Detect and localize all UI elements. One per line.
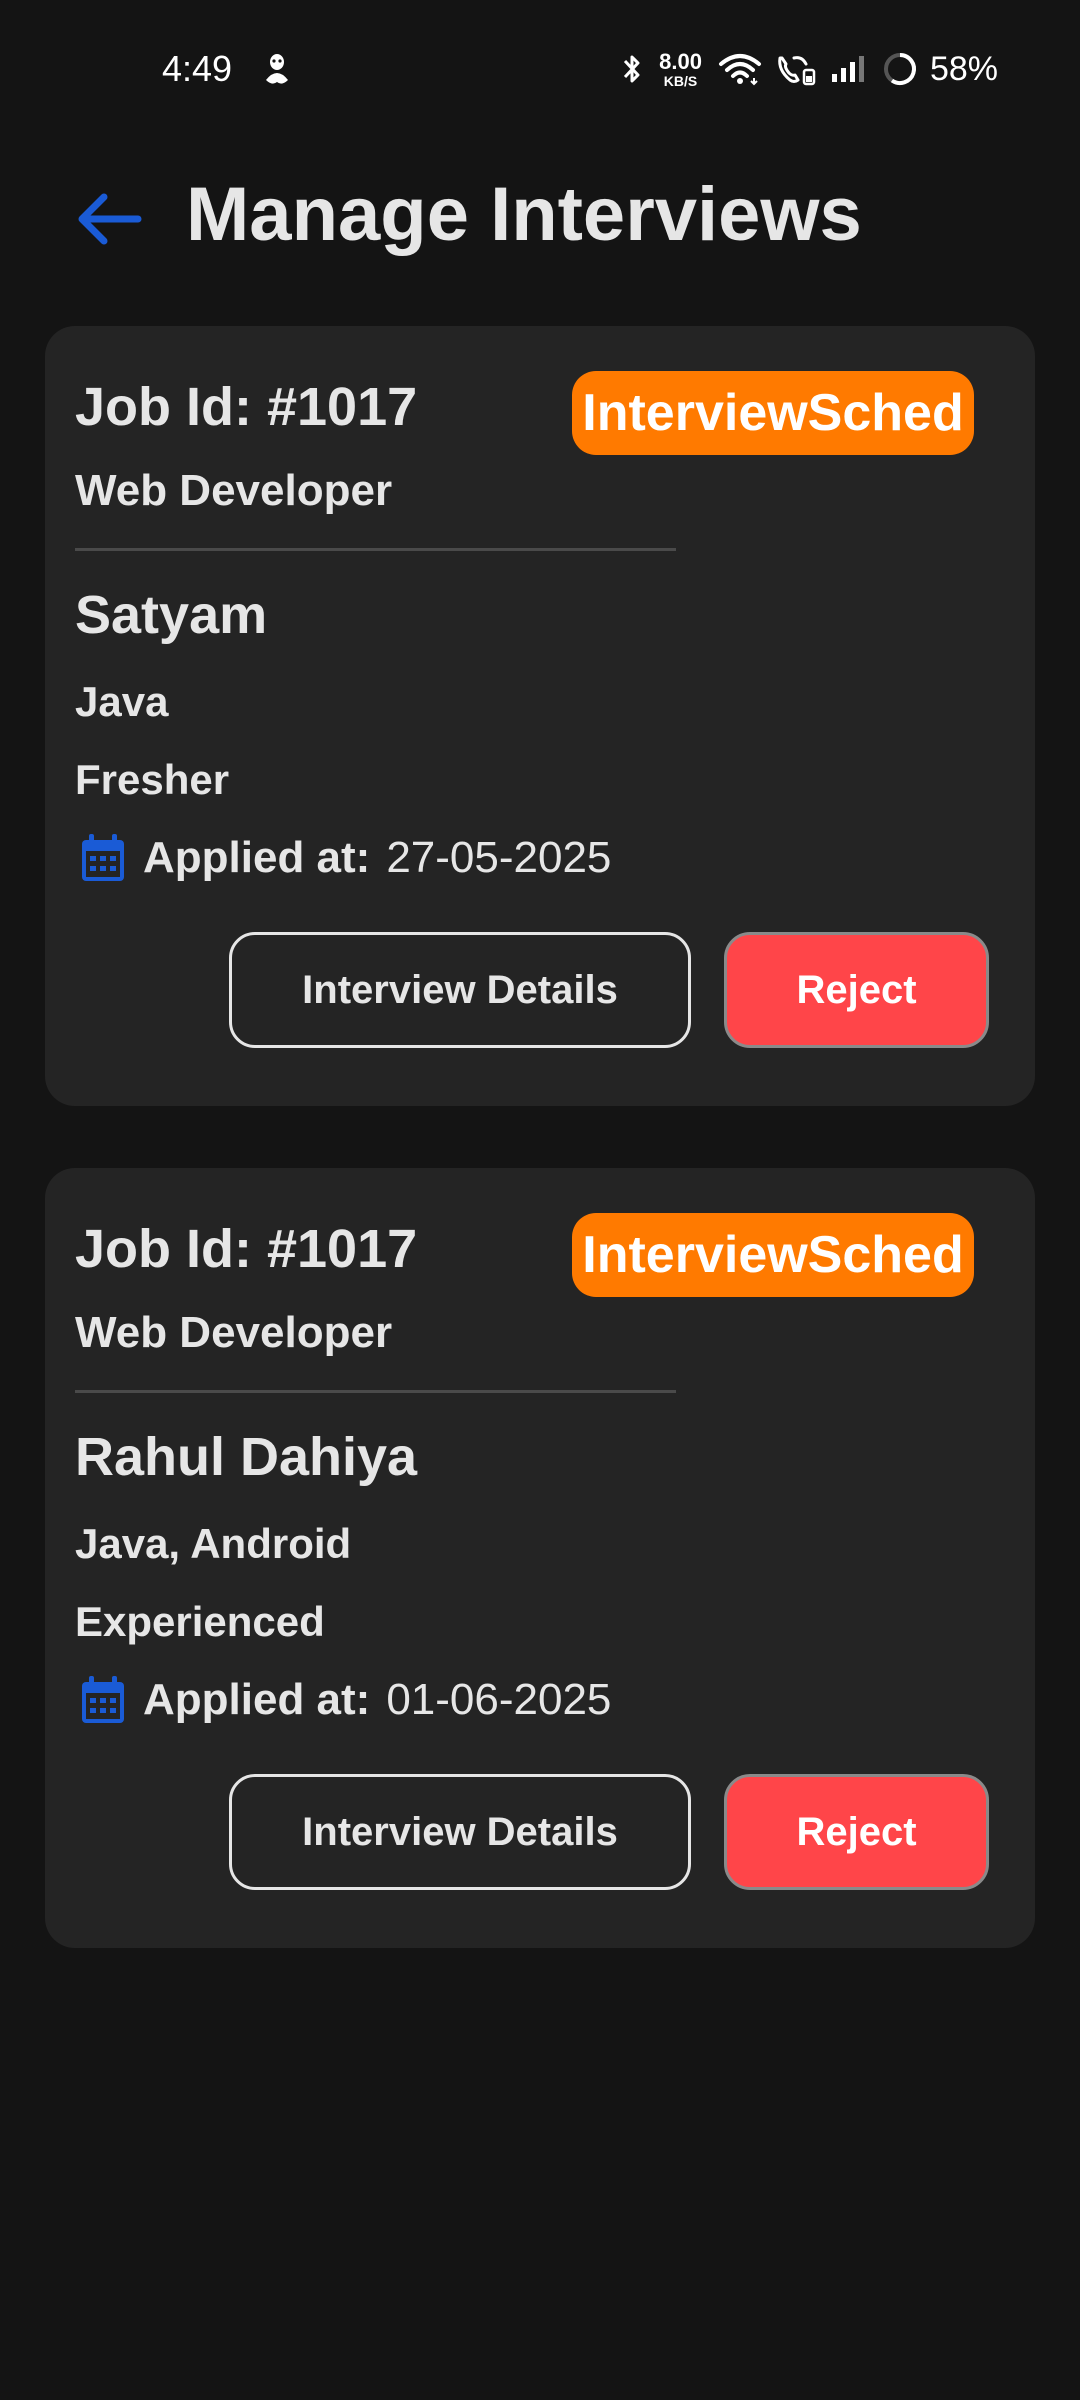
divider (75, 548, 676, 551)
application-card: Job Id: #1017 InterviewSched Web Develop… (45, 1168, 1035, 1948)
reject-button[interactable]: Reject (724, 1774, 989, 1890)
applied-label: Applied at: (143, 833, 371, 882)
bluetooth-icon (621, 52, 643, 86)
candidate-name: Satyam (75, 585, 268, 645)
interview-details-button[interactable]: Interview Details (229, 1774, 691, 1890)
candidate-name: Rahul Dahiya (75, 1427, 418, 1487)
calendar-icon (75, 1672, 131, 1728)
status-badge: InterviewSched (572, 1213, 974, 1297)
interview-details-button[interactable]: Interview Details (229, 932, 691, 1048)
calendar-icon (75, 830, 131, 886)
app-header: Manage Interviews (0, 140, 1080, 290)
reject-button[interactable]: Reject (724, 932, 989, 1048)
net-speed-value: 8.00 (659, 48, 702, 74)
applied-date: 01-06-2025 (386, 1675, 612, 1724)
arrow-left-icon (78, 193, 142, 245)
wifi-calling-icon (774, 52, 818, 86)
notification-ghost-icon (262, 52, 292, 86)
net-speed-unit: KB/S (663, 72, 698, 89)
candidate-skills: Java, Android (75, 1520, 352, 1567)
wifi-icon (718, 52, 762, 86)
battery-ring-icon (882, 51, 918, 87)
job-title: Web Developer (75, 1308, 393, 1357)
applied-date-row: Applied at: 27-05-2025 (75, 826, 611, 890)
status-bar: 4:49 8.00 KB/S 58% (0, 0, 1080, 140)
application-card: Job Id: #1017 InterviewSched Web Develop… (45, 326, 1035, 1106)
applied-date-row: Applied at: 01-06-2025 (75, 1668, 611, 1732)
job-id: Job Id: #1017 (75, 377, 418, 437)
candidate-skills: Java (75, 678, 169, 725)
job-title: Web Developer (75, 466, 393, 515)
signal-icon (830, 54, 870, 84)
battery-percent: 58% (929, 49, 998, 88)
applied-label: Applied at: (143, 1675, 371, 1724)
applied-date: 27-05-2025 (386, 833, 612, 882)
status-time: 4:49 (162, 48, 233, 89)
job-id: Job Id: #1017 (75, 1219, 418, 1279)
status-icons: 8.00 KB/S 58% (621, 44, 998, 94)
candidate-experience: Fresher (75, 756, 230, 803)
divider (75, 1390, 676, 1393)
back-button[interactable] (70, 180, 148, 258)
net-speed: 8.00 KB/S (659, 48, 702, 89)
candidate-experience: Experienced (75, 1598, 325, 1645)
page-title: Manage Interviews (186, 172, 862, 257)
status-badge: InterviewSched (572, 371, 974, 455)
